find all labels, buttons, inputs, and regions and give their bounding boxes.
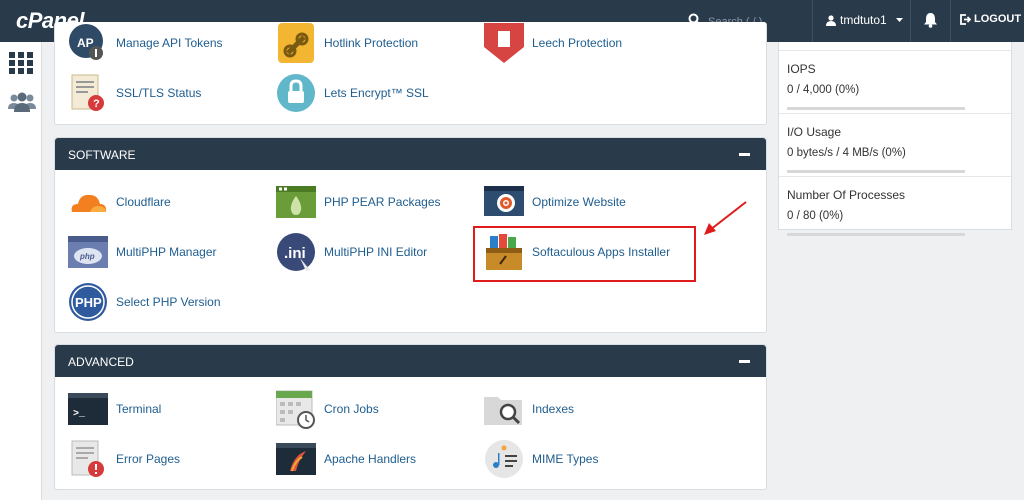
leech-icon [484,23,524,63]
item-label: Manage API Tokens [116,36,223,50]
highlight-box [473,226,696,282]
terminal-link[interactable]: >_ Terminal [68,389,161,429]
annotation-arrow-icon [704,201,747,235]
indexes-link[interactable]: Indexes [484,389,574,429]
panel-title: SOFTWARE [68,148,136,162]
multiphp-manager-link[interactable]: php MultiPHP Manager [68,232,217,272]
error-pages-icon [71,440,104,477]
stat-value: 0 / 4,000 (0%) [787,84,860,96]
php-version-icon: PHP [69,283,107,321]
logout-label: LOGOUT [974,13,1022,25]
advanced-panel-header[interactable]: ADVANCED [55,345,766,377]
mime-icon [485,440,523,478]
ini-editor-icon: .ini [277,233,315,271]
left-sidebar [0,42,42,500]
username: tmdtuto1 [840,13,887,27]
collapse-icon[interactable] [739,360,750,363]
caret-down-icon [895,18,903,22]
mime-types-link[interactable]: MIME Types [484,439,598,479]
lets-encrypt-link[interactable]: Lets Encrypt™ SSL [276,73,429,113]
nav-divider [910,0,911,42]
software-panel-header[interactable]: SOFTWARE [55,138,766,170]
hotlink-protection-link[interactable]: Hotlink Protection [276,23,418,63]
svg-text:php: php [79,252,95,261]
item-label: Error Pages [116,452,181,466]
svg-text:>_: >_ [73,409,86,420]
item-label: Cron Jobs [324,402,379,416]
grid-icon[interactable] [9,52,33,74]
indexes-icon [484,397,522,425]
item-label: Hotlink Protection [324,36,419,50]
cron-icon [276,390,315,429]
stat-name: IOPS [787,62,816,76]
php-pear-link[interactable]: PHP PEAR Packages [276,182,441,222]
item-label: PHP PEAR Packages [324,195,441,209]
cloudflare-link[interactable]: Cloudflare [68,182,171,222]
optimize-icon [484,186,524,216]
svg-text:PHP: PHP [75,295,102,310]
logout-icon [960,13,971,25]
item-label: Leech Protection [532,36,623,50]
select-php-version-link[interactable]: PHP Select PHP Version [68,282,221,322]
item-label: Apache Handlers [324,452,417,466]
php-pear-icon [276,186,316,218]
bell-icon[interactable] [923,12,938,28]
item-label: Terminal [116,402,162,416]
apache-icon [276,443,316,475]
leech-protection-link[interactable]: Leech Protection [484,23,622,63]
optimize-website-link[interactable]: Optimize Website [484,182,626,222]
nav-divider [950,0,951,42]
item-label: MultiPHP INI Editor [324,245,428,259]
user-menu[interactable]: tmdtuto1 [826,13,905,27]
svg-text:?: ? [93,98,100,110]
item-label: Optimize Website [532,195,626,209]
nav-divider [812,0,813,42]
hotlink-icon [278,23,314,63]
item-label: MIME Types [532,452,599,466]
terminal-icon: >_ [68,393,108,425]
manage-api-tokens-link[interactable]: AP Manage API Tokens [68,23,223,63]
cloudflare-icon [71,194,107,212]
usage-bar [787,170,965,173]
stat-value: 0 bytes/s / 4 MB/s (0%) [787,147,906,159]
multiphp-ini-editor-link[interactable]: .ini MultiPHP INI Editor [276,232,427,272]
statistics-panel: IOPS 0 / 4,000 (0%) I/O Usage 0 bytes/s … [778,42,1012,236]
item-label: Select PHP Version [116,295,221,309]
stat-io-usage: I/O Usage 0 bytes/s / 4 MB/s (0%) [779,114,1011,177]
lets-encrypt-icon [277,74,315,112]
multiphp-manager-icon: php [68,236,108,268]
ssl-status-icon: ? [71,74,104,111]
panel-title: ADVANCED [68,355,134,369]
stat-row-tail [779,42,1011,51]
security-panel: AP Manage API Tokens Hotlink Protection … [54,22,767,125]
usage-bar [787,233,965,236]
item-label: Indexes [532,402,575,416]
stat-name: I/O Usage [787,125,842,139]
error-pages-link[interactable]: Error Pages [68,439,180,479]
stat-processes: Number Of Processes 0 / 80 (0%) [779,177,1011,240]
svg-text:.ini: .ini [284,245,306,262]
stat-name: Number Of Processes [787,188,906,202]
advanced-panel: ADVANCED >_ Terminal Cron Jobs Indexes E… [54,344,767,490]
cron-jobs-link[interactable]: Cron Jobs [276,389,379,429]
usage-bar [787,107,965,110]
api-tokens-icon: AP [69,24,103,60]
stat-iops: IOPS 0 / 4,000 (0%) [779,51,1011,114]
collapse-icon[interactable] [739,153,750,156]
logout-button[interactable]: LOGOUT [960,13,1021,25]
item-label: Lets Encrypt™ SSL [324,86,429,100]
item-label: SSL/TLS Status [116,86,202,100]
svg-text:AP: AP [77,36,94,50]
stat-value: 0 / 80 (0%) [787,210,844,222]
user-icon [826,14,836,26]
item-label: Cloudflare [116,195,171,209]
users-icon[interactable] [8,92,36,112]
ssl-tls-status-link[interactable]: ? SSL/TLS Status [68,73,201,113]
apache-handlers-link[interactable]: Apache Handlers [276,439,416,479]
item-label: MultiPHP Manager [116,245,217,259]
